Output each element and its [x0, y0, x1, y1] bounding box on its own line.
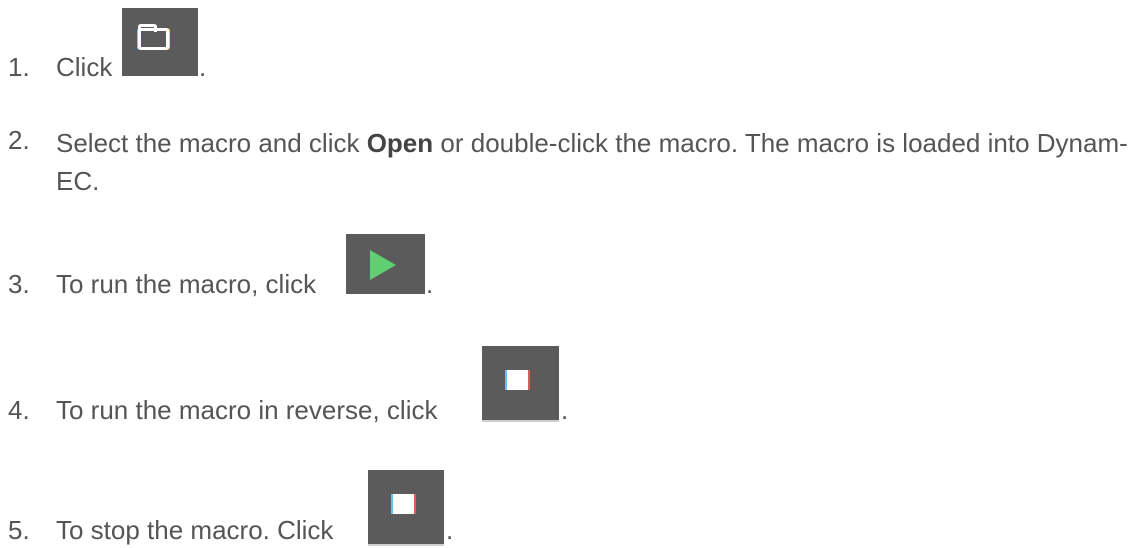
- step-text: To run the macro in reverse, click: [56, 395, 438, 425]
- step-3-period: .: [426, 269, 434, 299]
- step-number: 5.: [8, 515, 30, 545]
- step-number: 2.: [8, 125, 30, 155]
- step-number: 1.: [8, 52, 30, 82]
- step-text: Click: [56, 52, 113, 82]
- folder-icon: [138, 24, 169, 50]
- stop-icon: [507, 370, 528, 390]
- stop-icon: [393, 494, 414, 514]
- step-text-before: Select the macro and click: [56, 128, 360, 158]
- open-button[interactable]: [122, 8, 198, 76]
- stop-button[interactable]: [368, 470, 444, 546]
- play-icon: [370, 250, 396, 280]
- step-text: To stop the macro. Click: [56, 515, 334, 545]
- step-number: 4.: [8, 395, 30, 425]
- step-5-period: .: [446, 515, 454, 545]
- step-4-period: .: [561, 395, 569, 425]
- step-text: Select the macro and click Open or doubl…: [56, 124, 1136, 200]
- reverse-button[interactable]: [482, 346, 559, 422]
- run-button[interactable]: [346, 234, 425, 294]
- step-1-period: .: [199, 52, 207, 82]
- step-number: 3.: [8, 269, 30, 299]
- step-text: To run the macro, click: [56, 269, 317, 299]
- open-keyword: Open: [366, 128, 434, 158]
